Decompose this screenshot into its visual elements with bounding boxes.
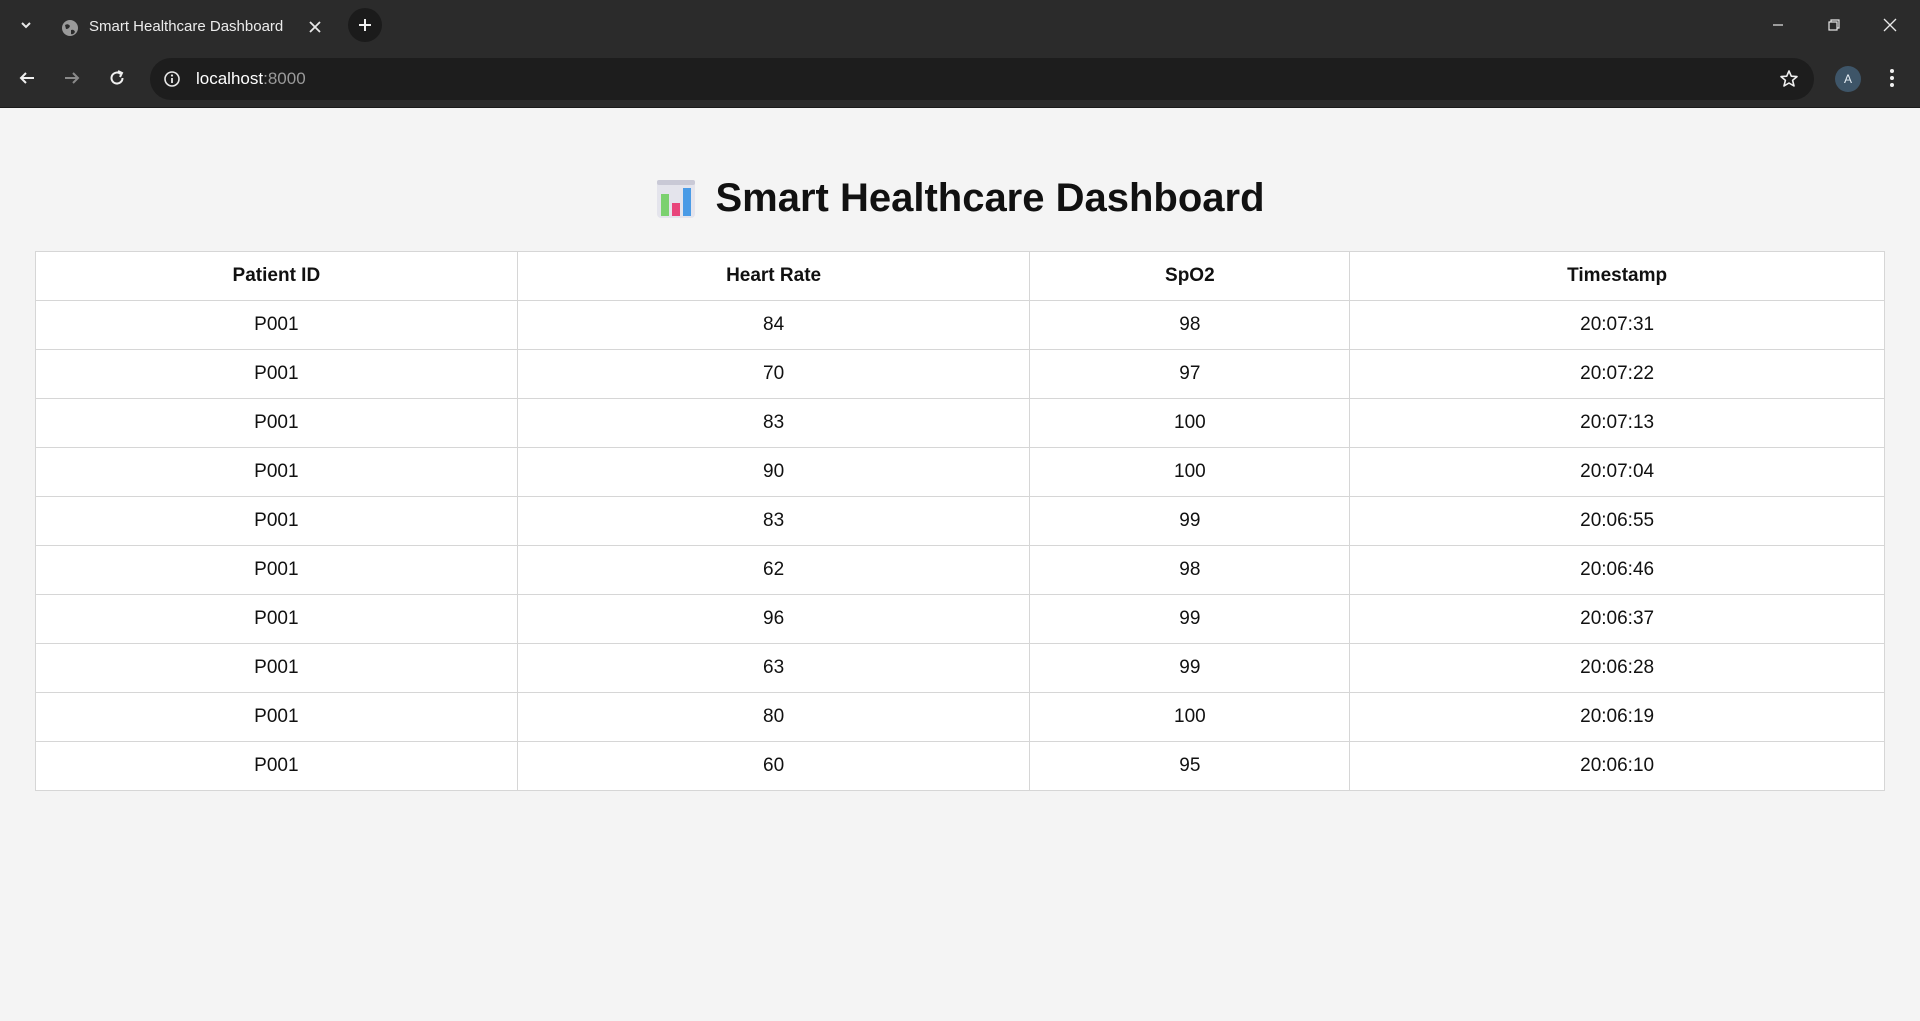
cell-heart-rate: 83 [516, 398, 1031, 448]
cell-timestamp: 20:07:31 [1349, 300, 1885, 350]
cell-timestamp: 20:06:10 [1349, 741, 1885, 791]
cell-heart-rate: 60 [516, 741, 1031, 791]
bookmark-button[interactable] [1778, 68, 1800, 90]
table-row: P001 96 99 20:06:37 [35, 594, 1885, 644]
new-tab-button[interactable] [348, 8, 382, 42]
vitals-table: Patient ID Heart Rate SpO2 Timestamp P00… [35, 251, 1885, 791]
profile-avatar[interactable]: A [1835, 66, 1861, 92]
cell-patient-id: P001 [35, 398, 518, 448]
cell-spo2: 100 [1029, 398, 1351, 448]
cell-timestamp: 20:06:37 [1349, 594, 1885, 644]
url-host: localhost [196, 69, 264, 88]
arrow-left-icon [19, 72, 34, 84]
table-row: P001 83 100 20:07:13 [35, 398, 1885, 448]
cell-patient-id: P001 [35, 496, 518, 546]
tab-strip: Smart Healthcare Dashboard [0, 0, 1920, 50]
back-button[interactable] [11, 62, 43, 94]
cell-patient-id: P001 [35, 447, 518, 497]
globe-icon [62, 20, 78, 36]
cell-timestamp: 20:07:13 [1349, 398, 1885, 448]
cell-heart-rate: 70 [516, 349, 1031, 399]
address-bar[interactable]: localhost:8000 [150, 58, 1814, 100]
cell-patient-id: P001 [35, 692, 518, 742]
star-icon [1780, 70, 1798, 87]
close-icon [309, 21, 321, 33]
cell-timestamp: 20:07:22 [1349, 349, 1885, 399]
cell-heart-rate: 80 [516, 692, 1031, 742]
cell-heart-rate: 83 [516, 496, 1031, 546]
reload-button[interactable] [101, 62, 133, 94]
cell-patient-id: P001 [35, 349, 518, 399]
cell-spo2: 98 [1029, 545, 1351, 595]
table-row: P001 70 97 20:07:22 [35, 349, 1885, 399]
cell-heart-rate: 62 [516, 545, 1031, 595]
plus-icon [359, 19, 371, 31]
cell-spo2: 100 [1029, 692, 1351, 742]
tab-active[interactable]: Smart Healthcare Dashboard [50, 4, 345, 50]
cell-spo2: 95 [1029, 741, 1351, 791]
cell-timestamp: 20:06:55 [1349, 496, 1885, 546]
table-row: P001 80 100 20:06:19 [35, 692, 1885, 742]
tab-close-button[interactable] [305, 17, 325, 37]
cell-spo2: 98 [1029, 300, 1351, 350]
table-row: P001 90 100 20:07:04 [35, 447, 1885, 497]
column-header-spo2: SpO2 [1029, 251, 1351, 301]
cell-spo2: 100 [1029, 447, 1351, 497]
cell-patient-id: P001 [35, 545, 518, 595]
table-row: P001 62 98 20:06:46 [35, 545, 1885, 595]
cell-timestamp: 20:06:46 [1349, 545, 1885, 595]
cell-spo2: 99 [1029, 496, 1351, 546]
minimize-icon [1773, 24, 1783, 26]
cell-timestamp: 20:07:04 [1349, 447, 1885, 497]
bar-chart-icon [657, 179, 696, 218]
cell-heart-rate: 96 [516, 594, 1031, 644]
site-info-button[interactable] [160, 67, 184, 91]
restore-button[interactable] [1806, 0, 1862, 50]
table-row: P001 60 95 20:06:10 [35, 741, 1885, 791]
page-content: Smart Healthcare Dashboard Patient ID He… [0, 108, 1920, 1021]
table-row: P001 83 99 20:06:55 [35, 496, 1885, 546]
browser-toolbar: localhost:8000 A [0, 50, 1920, 108]
column-header-heart-rate: Heart Rate [516, 251, 1031, 301]
window-close-button[interactable] [1862, 0, 1918, 50]
close-icon [1883, 18, 1897, 32]
restore-icon [1828, 19, 1840, 31]
cell-spo2: 97 [1029, 349, 1351, 399]
reload-icon [110, 70, 124, 85]
minimize-button[interactable] [1750, 0, 1806, 50]
column-header-timestamp: Timestamp [1349, 251, 1885, 301]
page-title: Smart Healthcare Dashboard [715, 176, 1265, 220]
tab-search-button[interactable] [10, 10, 42, 40]
browser-menu-button[interactable] [1878, 62, 1906, 94]
column-header-patient-id: Patient ID [35, 251, 518, 301]
page-heading: Smart Healthcare Dashboard [0, 176, 1920, 221]
more-vertical-icon [1890, 69, 1894, 87]
table-header-row: Patient ID Heart Rate SpO2 Timestamp [35, 251, 1885, 301]
table-row: P001 84 98 20:07:31 [35, 300, 1885, 350]
cell-patient-id: P001 [35, 594, 518, 644]
cell-patient-id: P001 [35, 741, 518, 791]
url-port: :8000 [263, 69, 306, 88]
info-icon [164, 71, 180, 87]
cell-spo2: 99 [1029, 594, 1351, 644]
arrow-right-icon [65, 72, 80, 84]
cell-timestamp: 20:06:19 [1349, 692, 1885, 742]
cell-heart-rate: 84 [516, 300, 1031, 350]
url-text: localhost:8000 [196, 58, 306, 100]
cell-patient-id: P001 [35, 300, 518, 350]
chevron-down-icon [21, 22, 31, 29]
cell-spo2: 99 [1029, 643, 1351, 693]
tab-title: Smart Healthcare Dashboard [89, 18, 284, 35]
cell-heart-rate: 63 [516, 643, 1031, 693]
cell-timestamp: 20:06:28 [1349, 643, 1885, 693]
table-row: P001 63 99 20:06:28 [35, 643, 1885, 693]
cell-patient-id: P001 [35, 643, 518, 693]
forward-button[interactable] [56, 62, 88, 94]
cell-heart-rate: 90 [516, 447, 1031, 497]
